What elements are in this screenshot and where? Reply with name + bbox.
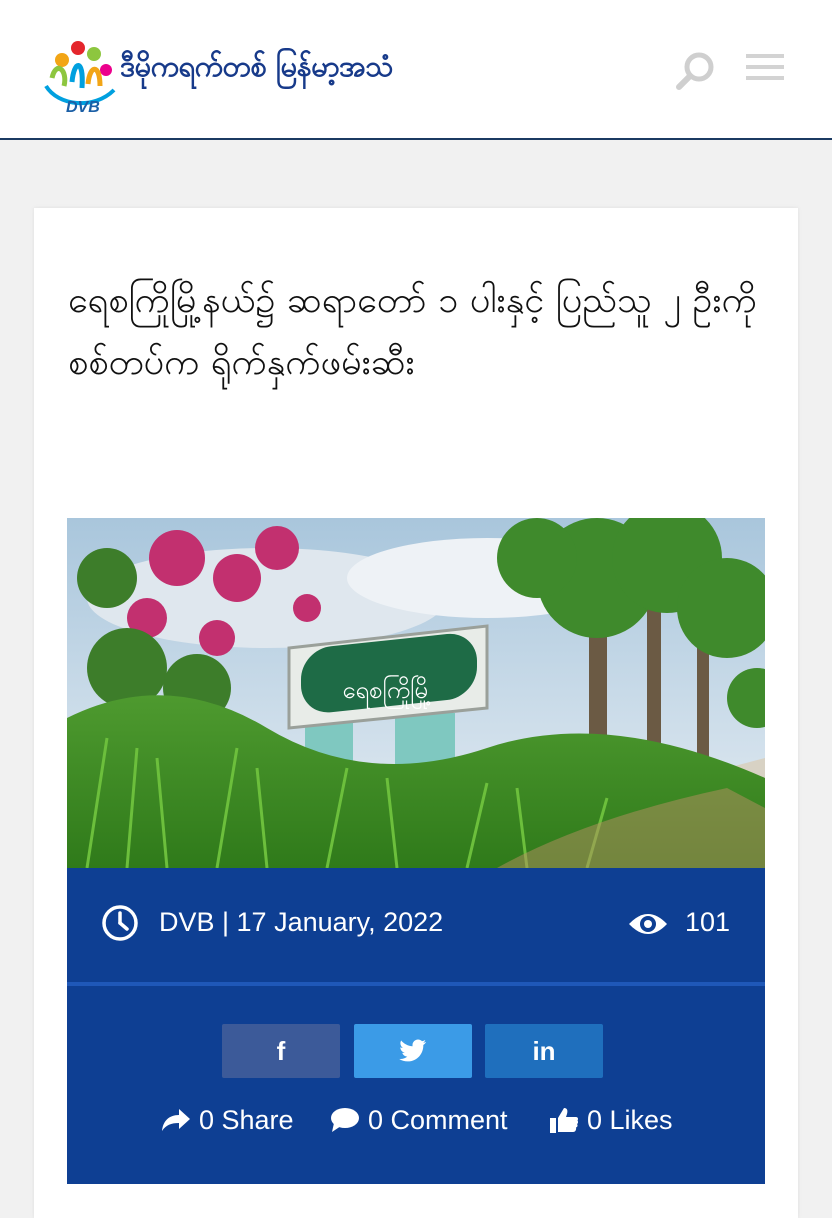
comment-count-label: 0 Comment [368,1104,508,1135]
view-count: 101 [685,907,731,937]
article-card: ရေစကြိုမြို့နယ်၌ ဆရာတော် ၁ ပါးနှင့် ပြည်… [34,208,798,1218]
sign-text: ရေစကြိုမြို့ [342,674,431,709]
article-image[interactable]: ရေစကြိုမြို့ [67,518,765,868]
article-byline: DVB | 17 January, 2022 [159,907,444,937]
eye-icon [627,910,669,938]
meta-row: DVB | 17 January, 2022 101 [67,868,765,986]
site-header: DVB ဒီမိုကရက်တစ် မြန်မာ့အသံ [0,0,832,140]
menu-icon[interactable] [746,54,786,82]
search-icon[interactable] [674,50,716,92]
facebook-icon: f [276,1035,286,1066]
clock-icon [101,904,139,942]
comment-icon [331,1108,359,1132]
linkedin-icon: in [532,1035,556,1066]
likes-count[interactable]: 0 Likes [549,1102,673,1138]
linkedin-share-button[interactable]: in [485,1024,603,1078]
logo-text: DVB [66,99,100,116]
article-meta-panel: DVB | 17 January, 2022 101 f in 0 Share … [67,868,765,1184]
thumbs-up-icon [550,1108,579,1133]
facebook-share-button[interactable]: f [222,1024,340,1078]
article-headline: ရေစကြိုမြို့နယ်၌ ဆရာတော် ၁ ပါးနှင့် ပြည်… [68,280,757,383]
twitter-icon [399,1039,426,1062]
share-count-label: 0 Share [199,1104,294,1135]
comment-count[interactable]: 0 Comment [330,1102,508,1138]
share-icon [162,1109,190,1131]
site-name[interactable]: ဒီမိုကရက်တစ် မြန်မာ့အသံ [120,48,393,91]
dvb-logo[interactable]: DVB [38,30,128,118]
likes-count-label: 0 Likes [587,1104,673,1135]
share-count[interactable]: 0 Share [161,1102,294,1138]
twitter-share-button[interactable] [354,1024,472,1078]
